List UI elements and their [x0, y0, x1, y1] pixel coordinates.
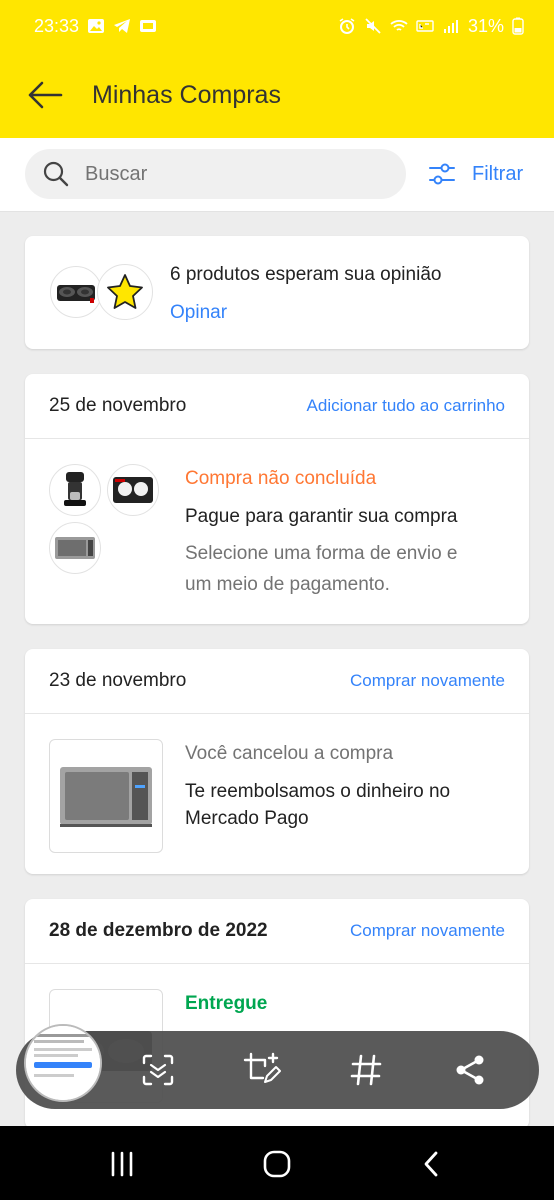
filter-sliders-icon [429, 163, 455, 185]
product-thumb-coffee-machine [49, 464, 101, 516]
screenshot-toolbar [16, 1024, 539, 1109]
buy-again-link[interactable]: Comprar novamente [350, 921, 505, 941]
screenshot-preview-thumbnail[interactable] [24, 1024, 102, 1102]
product-thumb-bulbs [107, 464, 159, 516]
back-icon[interactable] [412, 1146, 452, 1182]
telegram-icon [114, 19, 131, 33]
review-prompt: 6 produtos esperam sua opinião [170, 264, 442, 285]
share-icon[interactable] [450, 1050, 490, 1090]
order-status: Compra não concluída [185, 468, 377, 489]
filter-label: Filtrar [472, 162, 524, 185]
battery-icon [512, 17, 524, 35]
product-thumb-cooktop [50, 266, 102, 318]
battery-percent: 31% [467, 15, 504, 36]
order-date: 28 de dezembro de 2022 [49, 920, 268, 941]
wifi-icon [390, 20, 408, 31]
alarm-icon [339, 18, 355, 34]
app-header: Minhas Compras [0, 52, 554, 138]
buy-again-link[interactable]: Comprar novamente [350, 671, 505, 691]
order-status: Entregue [185, 993, 268, 1014]
search-placeholder: Buscar [85, 162, 148, 185]
order-message: Pague para garantir sua compra [185, 506, 458, 527]
signal-icon [443, 20, 458, 33]
arrow-left-icon [28, 81, 63, 109]
recents-icon[interactable] [102, 1146, 142, 1182]
add-all-to-cart-link[interactable]: Adicionar tudo ao carrinho [307, 396, 505, 416]
system-nav-bar [0, 1126, 554, 1200]
search-section: Buscar Filtrar [0, 138, 554, 212]
mute-icon [365, 18, 381, 34]
status-bar: 23:33 31% [0, 0, 554, 52]
gallery-icon [88, 19, 105, 33]
back-button[interactable] [0, 52, 90, 138]
filter-button[interactable]: Filtrar [428, 149, 523, 199]
home-icon[interactable] [257, 1146, 297, 1182]
refund-message-line-2: Mercado Pago [185, 808, 309, 829]
order-date: 23 de novembro [49, 670, 187, 691]
star-icon [97, 264, 153, 320]
volte-icon [416, 20, 434, 32]
search-input[interactable]: Buscar [25, 149, 406, 199]
status-time: 23:33 [34, 15, 80, 36]
order-card: 25 de novembro Adicionar tudo ao carrinh… [25, 374, 529, 624]
order-detail-line-1: Selecione uma forma de envio e [185, 543, 458, 564]
order-date: 25 de novembro [49, 395, 187, 416]
crop-edit-icon[interactable] [242, 1050, 282, 1090]
order-card: 23 de novembro Comprar novamente Você ca… [25, 649, 529, 874]
hashtag-icon[interactable] [346, 1050, 386, 1090]
review-card[interactable]: 6 produtos esperam sua opinião Opinar [25, 236, 529, 349]
search-icon [43, 161, 69, 187]
refund-message-line-1: Te reembolsamos o dinheiro no [185, 781, 451, 802]
scan-icon[interactable] [138, 1050, 178, 1090]
app-notification-icon [140, 20, 157, 32]
product-thumb-microwave [49, 522, 101, 574]
order-card-header: 25 de novembro Adicionar tudo ao carrinh… [25, 374, 529, 439]
product-thumb-microwave [49, 739, 163, 853]
order-card-header: 28 de dezembro de 2022 Comprar novamente [25, 899, 529, 964]
order-card-header: 23 de novembro Comprar novamente [25, 649, 529, 714]
order-status: Você cancelou a compra [185, 743, 394, 764]
order-detail-line-2: um meio de pagamento. [185, 574, 390, 595]
page-title: Minhas Compras [92, 80, 281, 109]
review-action-link[interactable]: Opinar [170, 299, 227, 326]
